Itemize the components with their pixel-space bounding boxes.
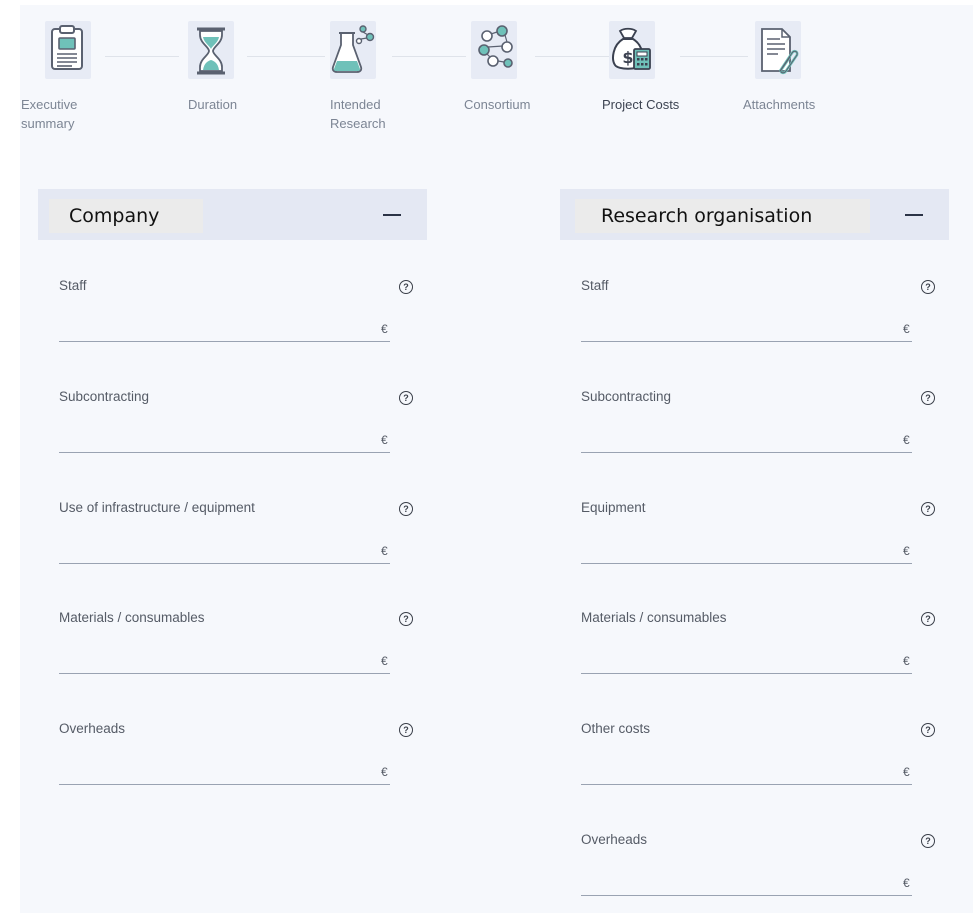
euro-sign: € bbox=[381, 654, 388, 668]
research-staff-input[interactable] bbox=[581, 319, 912, 342]
research-subcontracting-field: Subcontracting ? € bbox=[581, 388, 951, 468]
step-label-line: Consortium bbox=[464, 97, 531, 112]
help-icon[interactable]: ? bbox=[399, 723, 413, 737]
company-overheads-field: Overheads ? € bbox=[59, 720, 413, 800]
field-label: Staff bbox=[59, 278, 87, 293]
research-subcontracting-input[interactable] bbox=[581, 430, 912, 453]
step-intended-research[interactable]: Intended Research bbox=[325, 5, 405, 145]
step-duration[interactable]: Duration bbox=[185, 5, 265, 145]
field-label: Staff bbox=[581, 278, 609, 293]
help-icon[interactable]: ? bbox=[921, 502, 935, 516]
document-paperclip-icon bbox=[761, 28, 799, 75]
step-label-line: Attachments bbox=[743, 97, 816, 112]
euro-sign: € bbox=[381, 544, 388, 558]
research-overheads-input[interactable] bbox=[581, 873, 912, 896]
research-materials-input[interactable] bbox=[581, 651, 912, 674]
help-icon[interactable]: ? bbox=[399, 612, 413, 626]
company-overheads-input[interactable] bbox=[59, 762, 390, 785]
help-icon[interactable]: ? bbox=[921, 391, 935, 405]
company-infrastructure-input[interactable] bbox=[59, 541, 390, 564]
field-label: Materials / consumables bbox=[581, 610, 727, 625]
company-staff-field: Staff ? € bbox=[59, 277, 413, 357]
step-attachments[interactable]: Attachments bbox=[742, 5, 842, 145]
help-icon[interactable]: ? bbox=[921, 280, 935, 294]
euro-sign: € bbox=[903, 322, 910, 336]
money-bag-calculator-icon: $ bbox=[612, 27, 651, 70]
company-materials-input[interactable] bbox=[59, 651, 390, 674]
company-infrastructure-field: Use of infrastructure / equipment ? € bbox=[59, 499, 413, 579]
svg-text:$: $ bbox=[622, 48, 633, 67]
hourglass-icon bbox=[197, 27, 225, 75]
research-collapse-button[interactable] bbox=[903, 205, 931, 225]
research-other-costs-input[interactable] bbox=[581, 762, 912, 785]
company-section-title: Company bbox=[49, 199, 203, 233]
clipboard-icon bbox=[51, 25, 83, 70]
step-label-line: Research bbox=[330, 116, 386, 131]
research-section-title: Research organisation bbox=[575, 199, 870, 233]
euro-sign: € bbox=[903, 544, 910, 558]
step-label-line: Intended bbox=[330, 97, 381, 112]
help-icon[interactable]: ? bbox=[921, 612, 935, 626]
research-overheads-field: Overheads ? € bbox=[581, 831, 951, 911]
euro-sign: € bbox=[903, 654, 910, 668]
step-executive-summary[interactable]: Executive summary bbox=[20, 5, 130, 145]
euro-sign: € bbox=[381, 765, 388, 779]
people-network-icon bbox=[478, 25, 513, 68]
company-collapse-button[interactable] bbox=[381, 205, 409, 225]
research-materials-field: Materials / consumables ? € bbox=[581, 609, 951, 689]
field-label: Overheads bbox=[59, 721, 126, 736]
field-label: Subcontracting bbox=[59, 389, 150, 404]
step-label-line: summary bbox=[21, 116, 75, 131]
company-subcontracting-input[interactable] bbox=[59, 430, 390, 453]
field-label: Materials / consumables bbox=[59, 610, 205, 625]
euro-sign: € bbox=[381, 322, 388, 336]
euro-sign: € bbox=[903, 876, 910, 890]
field-label: Other costs bbox=[581, 721, 651, 736]
field-label: Overheads bbox=[581, 832, 648, 847]
company-subcontracting-field: Subcontracting ? € bbox=[59, 388, 413, 468]
help-icon[interactable]: ? bbox=[399, 391, 413, 405]
euro-sign: € bbox=[381, 433, 388, 447]
step-label-line: Executive bbox=[21, 97, 78, 112]
project-costs-page: Executive summary Duration Intended Rese… bbox=[20, 5, 973, 913]
wizard-stepper: Executive summary Duration Intended Rese… bbox=[20, 5, 973, 155]
research-equipment-input[interactable] bbox=[581, 541, 912, 564]
step-label-line: Project Costs bbox=[602, 97, 680, 112]
help-icon[interactable]: ? bbox=[921, 834, 935, 848]
field-label: Use of infrastructure / equipment bbox=[59, 500, 255, 515]
step-project-costs[interactable]: $ Project Costs bbox=[600, 5, 700, 145]
research-section-header: Research organisation bbox=[560, 189, 949, 240]
field-label: Equipment bbox=[581, 500, 646, 515]
company-materials-field: Materials / consumables ? € bbox=[59, 609, 413, 689]
company-section-header: Company bbox=[38, 189, 427, 240]
euro-sign: € bbox=[903, 765, 910, 779]
research-equipment-field: Equipment ? € bbox=[581, 499, 951, 579]
step-consortium[interactable]: Consortium bbox=[460, 5, 550, 145]
help-icon[interactable]: ? bbox=[399, 280, 413, 294]
research-other-costs-field: Other costs ? € bbox=[581, 720, 951, 800]
flask-icon bbox=[331, 25, 375, 73]
euro-sign: € bbox=[903, 433, 910, 447]
company-staff-input[interactable] bbox=[59, 319, 390, 342]
field-label: Subcontracting bbox=[581, 389, 672, 404]
step-label-line: Duration bbox=[188, 97, 238, 112]
help-icon[interactable]: ? bbox=[399, 502, 413, 516]
research-staff-field: Staff ? € bbox=[581, 277, 951, 357]
help-icon[interactable]: ? bbox=[921, 723, 935, 737]
